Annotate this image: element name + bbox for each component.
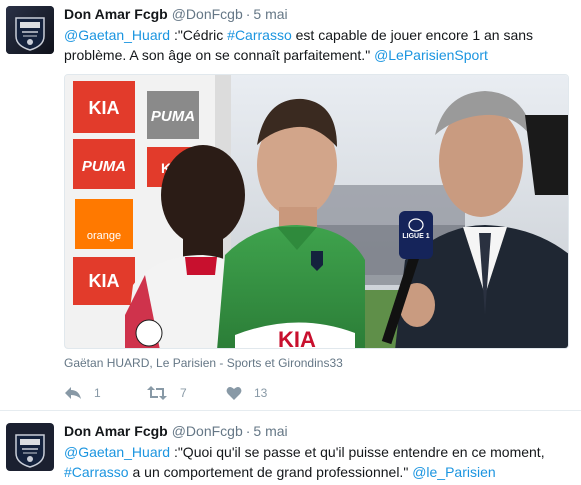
ad-board-text: KIA [89,271,120,291]
tweet-actions: 1 7 13 [64,384,364,402]
shirt-sponsor: KIA [278,327,316,349]
avatar[interactable] [6,423,54,471]
like-count: 13 [254,386,268,400]
retweet-button[interactable]: 7 [146,384,187,402]
reply-icon [64,385,82,401]
hashtag-link[interactable]: #Carrasso [227,27,292,43]
avatar[interactable] [6,6,54,54]
tweet-text-segment: :"Quoi qu'il se passe et qu'il puisse en… [170,444,545,460]
tweet-header: Don Amar Fcgb @DonFcgb · 5 mai [64,422,288,440]
tweet[interactable]: Don Amar Fcgb @DonFcgb · 5 mai @Gaetan_Huar… [0,0,581,410]
tweet-text: @Gaetan_Huard :"Quoi qu'il se passe et q… [64,442,569,482]
mention-link[interactable]: @Gaetan_Huard [64,444,170,460]
hashtag-link[interactable]: #Carrasso [64,464,129,480]
separator: · [245,6,251,22]
ad-board-text: PUMA [151,108,195,125]
separator: · [245,423,251,439]
mention-link[interactable]: @LeParisienSport [374,47,488,63]
tweet-text-segment: :"Cédric [170,27,228,43]
retweet-count: 7 [180,386,187,400]
tweet-date[interactable]: 5 mai [253,6,287,22]
reply-count: 1 [94,386,101,400]
tweet-text-segment: a un comportement de grand professionnel… [128,464,413,480]
retweet-icon [146,385,168,401]
tweet-text: @Gaetan_Huard :"Cédric #Carrasso est cap… [64,25,569,65]
ad-board-text: orange [87,230,121,242]
tweet-date[interactable]: 5 mai [253,423,287,439]
author-handle[interactable]: @DonFcgb [172,423,243,439]
ad-board-text: PUMA [82,158,126,175]
photo-credit: Gaëtan HUARD, Le Parisien - Sports et Gi… [64,356,343,370]
mic-logo: LIGUE 1 [402,233,429,240]
heart-icon [226,386,242,401]
reply-button[interactable]: 1 [64,384,101,402]
ad-board-text: KIA [89,98,120,118]
tweet[interactable]: Don Amar Fcgb @DonFcgb · 5 mai @Gaetan_Huar… [0,411,581,485]
author-name[interactable]: Don Amar Fcgb [64,423,168,439]
like-button[interactable]: 13 [226,384,267,402]
mention-link[interactable]: @Gaetan_Huard [64,27,170,43]
tweet-photo[interactable]: KIA PUMA PUMA KIA orange KIA [64,74,569,349]
mention-link[interactable]: @le_Parisien [412,464,495,480]
author-handle[interactable]: @DonFcgb [172,6,243,22]
tweet-header: Don Amar Fcgb @DonFcgb · 5 mai [64,5,288,23]
author-name[interactable]: Don Amar Fcgb [64,6,168,22]
